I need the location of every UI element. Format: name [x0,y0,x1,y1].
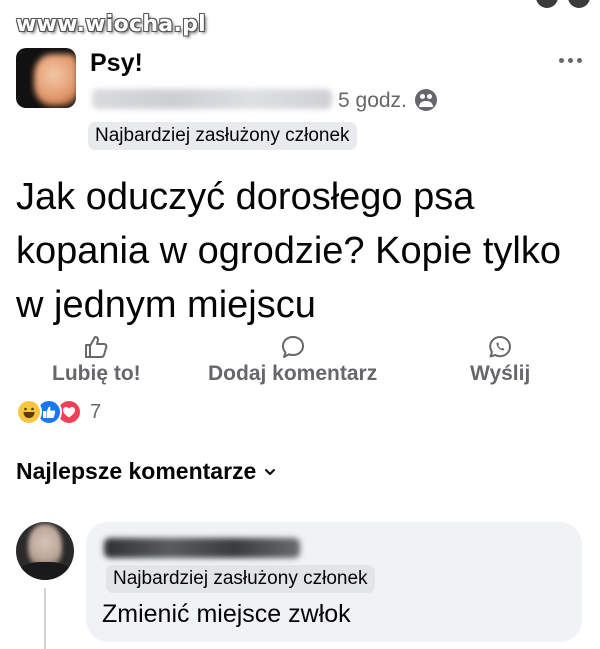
top-edge-icons [536,0,590,8]
reaction-count: 7 [90,400,102,423]
chevron-down-icon [265,468,276,475]
like-label: Lubię to! [52,362,141,385]
thumbs-up-icon [85,336,108,358]
whatsapp-icon [489,336,512,358]
group-audience-icon [415,89,437,111]
comment-text: Zmienić miejsce zwłok [102,600,351,628]
post-text: Jak oduczyć dorosłego psa kopania w ogro… [16,176,562,326]
group-avatar[interactable] [16,48,76,108]
thread-line [44,588,46,649]
comments-sort-dropdown[interactable]: Najlepsze komentarze [16,458,276,485]
commenter-badge: Najbardziej zasłużony członek [106,565,375,593]
reactions-summary[interactable]: 7 [16,399,102,425]
member-badge: Najbardziej zasłużony członek [88,122,357,150]
comment-bubble-icon [281,336,304,358]
group-name[interactable]: Psy! [90,49,143,78]
comments-sort-label: Najlepsze komentarze [16,458,257,484]
watermark: www.wiocha.pl [16,12,206,37]
haha-reaction-icon [16,399,42,425]
post-timestamp[interactable]: 5 godz. · [338,89,420,113]
author-name-redacted [92,89,332,109]
share-button[interactable]: Wyślij [470,334,530,386]
cropped-icon [536,0,558,8]
commenter-avatar[interactable] [16,522,74,580]
comment-button[interactable]: Dodaj komentarz [208,334,377,386]
comment-label: Dodaj komentarz [208,362,378,385]
commenter-name-redacted [104,538,300,558]
cropped-avatar-icon [568,0,590,8]
like-button[interactable]: Lubię to! [52,334,141,386]
more-options-icon[interactable] [559,58,582,63]
share-label: Wyślij [470,362,531,385]
